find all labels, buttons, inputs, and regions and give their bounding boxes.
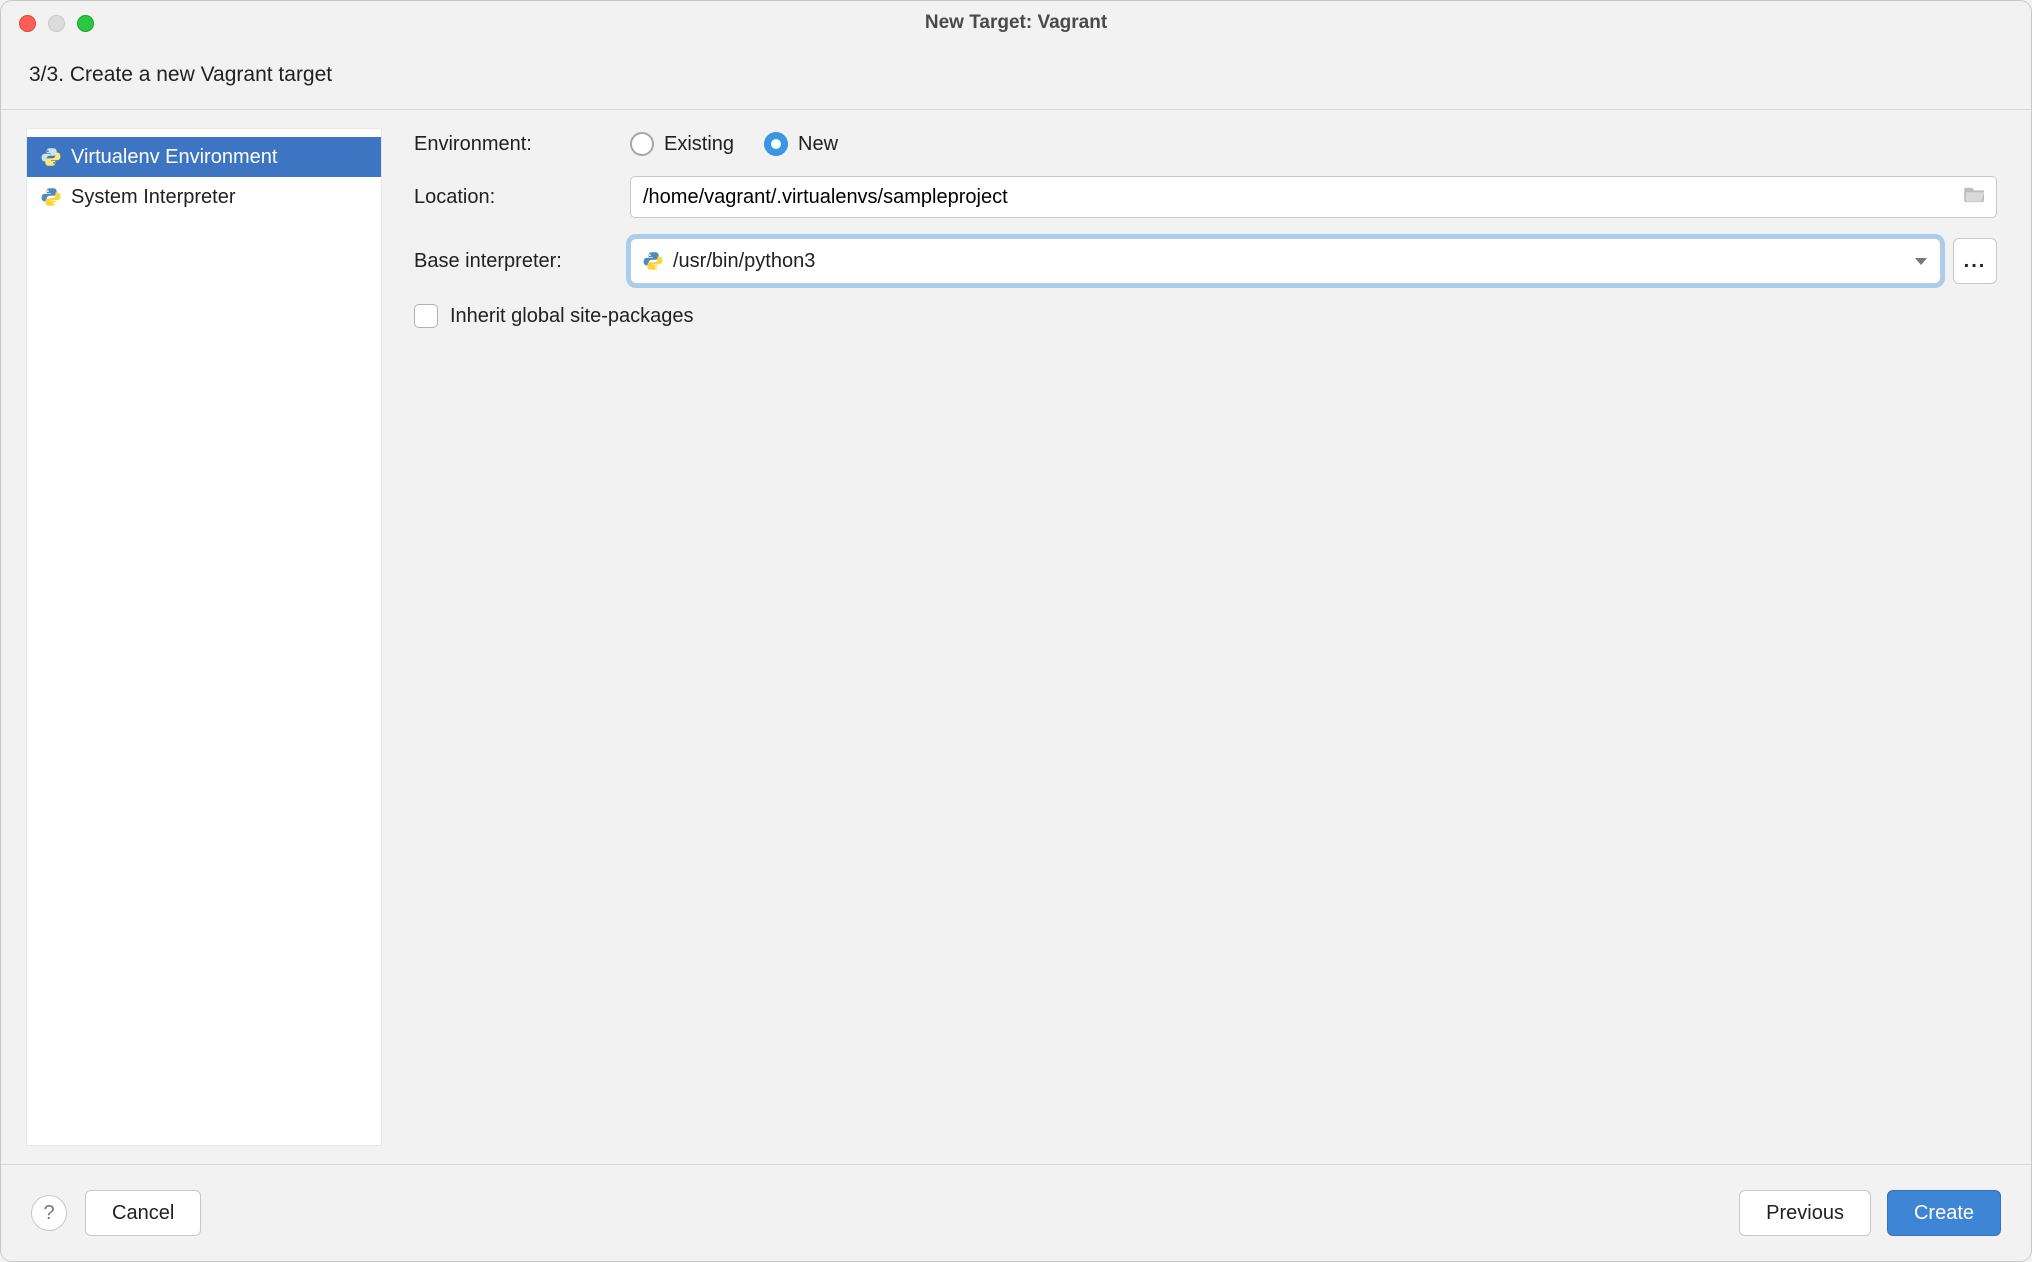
location-row: Location: (414, 176, 1997, 218)
help-button[interactable]: ? (31, 1195, 67, 1231)
python-icon (41, 187, 61, 207)
titlebar: New Target: Vagrant (1, 1, 2031, 45)
location-label: Location: (414, 186, 630, 209)
create-button[interactable]: Create (1887, 1190, 2001, 1236)
sidebar: Virtualenv Environment System Interprete… (26, 128, 382, 1146)
footer: ? Cancel Previous Create (1, 1165, 2031, 1261)
wizard-step-label: 3/3. Create a new Vagrant target (1, 45, 2031, 110)
environment-row: Environment: Existing New (414, 132, 1997, 156)
window-close-button[interactable] (19, 15, 36, 32)
window-title: New Target: Vagrant (1, 12, 2031, 34)
footer-right: Previous Create (1739, 1190, 2001, 1236)
previous-button-label: Previous (1766, 1202, 1844, 1225)
inherit-label: Inherit global site-packages (450, 305, 693, 328)
form-panel: Environment: Existing New Location: (382, 110, 2031, 1164)
window-maximize-button[interactable] (77, 15, 94, 32)
base-interpreter-label: Base interpreter: (414, 250, 630, 273)
main-area: Virtualenv Environment System Interprete… (1, 110, 2031, 1164)
sidebar-item-label: System Interpreter (71, 186, 236, 209)
cancel-button[interactable]: Cancel (85, 1190, 201, 1236)
location-input-wrap (630, 176, 1997, 218)
python-icon (41, 147, 61, 167)
radio-existing-label: Existing (664, 133, 734, 156)
inherit-row: Inherit global site-packages (414, 304, 1997, 328)
base-interpreter-row: Base interpreter: /usr/bin/python3 ... (414, 238, 1997, 284)
sidebar-item-virtualenv[interactable]: Virtualenv Environment (27, 137, 381, 177)
inherit-checkbox[interactable] (414, 304, 438, 328)
base-interpreter-value: /usr/bin/python3 (673, 250, 1914, 273)
python-icon (643, 251, 663, 271)
environment-radio-group: Existing New (630, 132, 838, 156)
base-interpreter-dropdown[interactable]: /usr/bin/python3 (630, 238, 1941, 284)
window-controls (19, 15, 94, 32)
window-minimize-button[interactable] (48, 15, 65, 32)
cancel-button-label: Cancel (112, 1202, 174, 1225)
location-input[interactable] (641, 185, 1956, 210)
radio-existing[interactable]: Existing (630, 132, 734, 156)
dialog-window: New Target: Vagrant 3/3. Create a new Va… (0, 0, 2032, 1262)
radio-circle-icon (764, 132, 788, 156)
environment-label: Environment: (414, 133, 630, 156)
help-icon: ? (43, 1202, 54, 1225)
browse-folder-icon[interactable] (1964, 185, 1986, 209)
create-button-label: Create (1914, 1202, 1974, 1225)
sidebar-item-label: Virtualenv Environment (71, 146, 277, 169)
radio-new[interactable]: New (764, 132, 838, 156)
radio-circle-icon (630, 132, 654, 156)
sidebar-item-system-interpreter[interactable]: System Interpreter (27, 177, 381, 217)
browse-interpreter-button[interactable]: ... (1953, 238, 1997, 284)
ellipsis-label: ... (1964, 250, 1987, 273)
chevron-down-icon (1914, 250, 1928, 273)
radio-new-label: New (798, 133, 838, 156)
previous-button[interactable]: Previous (1739, 1190, 1871, 1236)
